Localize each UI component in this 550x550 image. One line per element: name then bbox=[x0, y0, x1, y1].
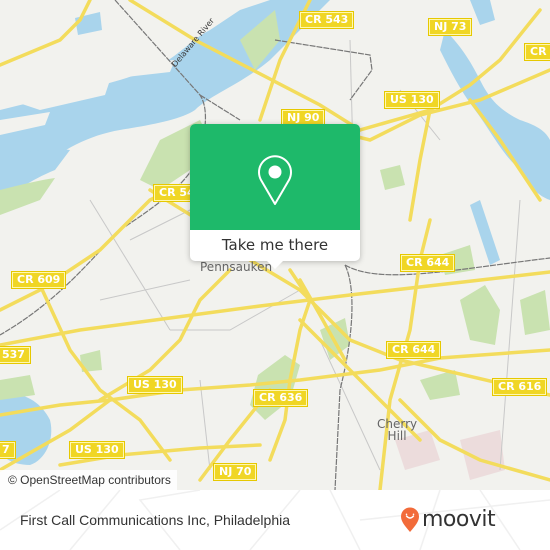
place-label-cherry-hill: Cherry Hill bbox=[377, 418, 417, 442]
popup-header bbox=[190, 124, 360, 230]
take-me-there-button[interactable]: Take me there bbox=[190, 230, 360, 261]
road-shield-cr644-top: CR 644 bbox=[400, 254, 456, 272]
map[interactable]: Delaware River CR 543 NJ 73 CR 6 NJ 90 U… bbox=[0, 0, 550, 490]
road-shield-us130-mid: US 130 bbox=[127, 376, 183, 394]
road-shield-cr-right-top: CR 6 bbox=[524, 43, 550, 61]
map-attribution[interactable]: © OpenStreetMap contributors bbox=[0, 470, 177, 490]
map-pin-icon bbox=[258, 155, 292, 205]
road-shield-nj73: NJ 73 bbox=[428, 18, 473, 36]
road-shield-cr636: CR 636 bbox=[253, 389, 309, 407]
place-label-cherry-hill-line2: Hill bbox=[387, 429, 407, 443]
place-label-pennsauken: Pennsauken bbox=[200, 260, 273, 274]
place-title: First Call Communications Inc, Philadelp… bbox=[20, 512, 290, 528]
moovit-wordmark: moovit bbox=[422, 507, 496, 532]
road-shield-nj70: NJ 70 bbox=[213, 463, 258, 481]
road-shield-cr609: CR 609 bbox=[11, 271, 67, 289]
footer: First Call Communications Inc, Philadelp… bbox=[0, 490, 550, 550]
road-shield-cr537: 537 bbox=[0, 346, 31, 364]
road-shield-us130-bottom: US 130 bbox=[69, 441, 125, 459]
road-shield-cr543: CR 543 bbox=[299, 11, 355, 29]
moovit-pin-icon bbox=[401, 507, 419, 532]
road-shield-cr644-mid: CR 644 bbox=[386, 341, 442, 359]
road-shield-cr616: CR 616 bbox=[492, 378, 548, 396]
popup-tail bbox=[267, 261, 283, 269]
road-shield-us130-top: US 130 bbox=[384, 91, 440, 109]
directions-popup[interactable]: Take me there bbox=[190, 124, 360, 269]
moovit-logo[interactable]: moovit bbox=[400, 507, 496, 533]
road-shield-cr-left-bottom: 7 bbox=[0, 441, 16, 459]
